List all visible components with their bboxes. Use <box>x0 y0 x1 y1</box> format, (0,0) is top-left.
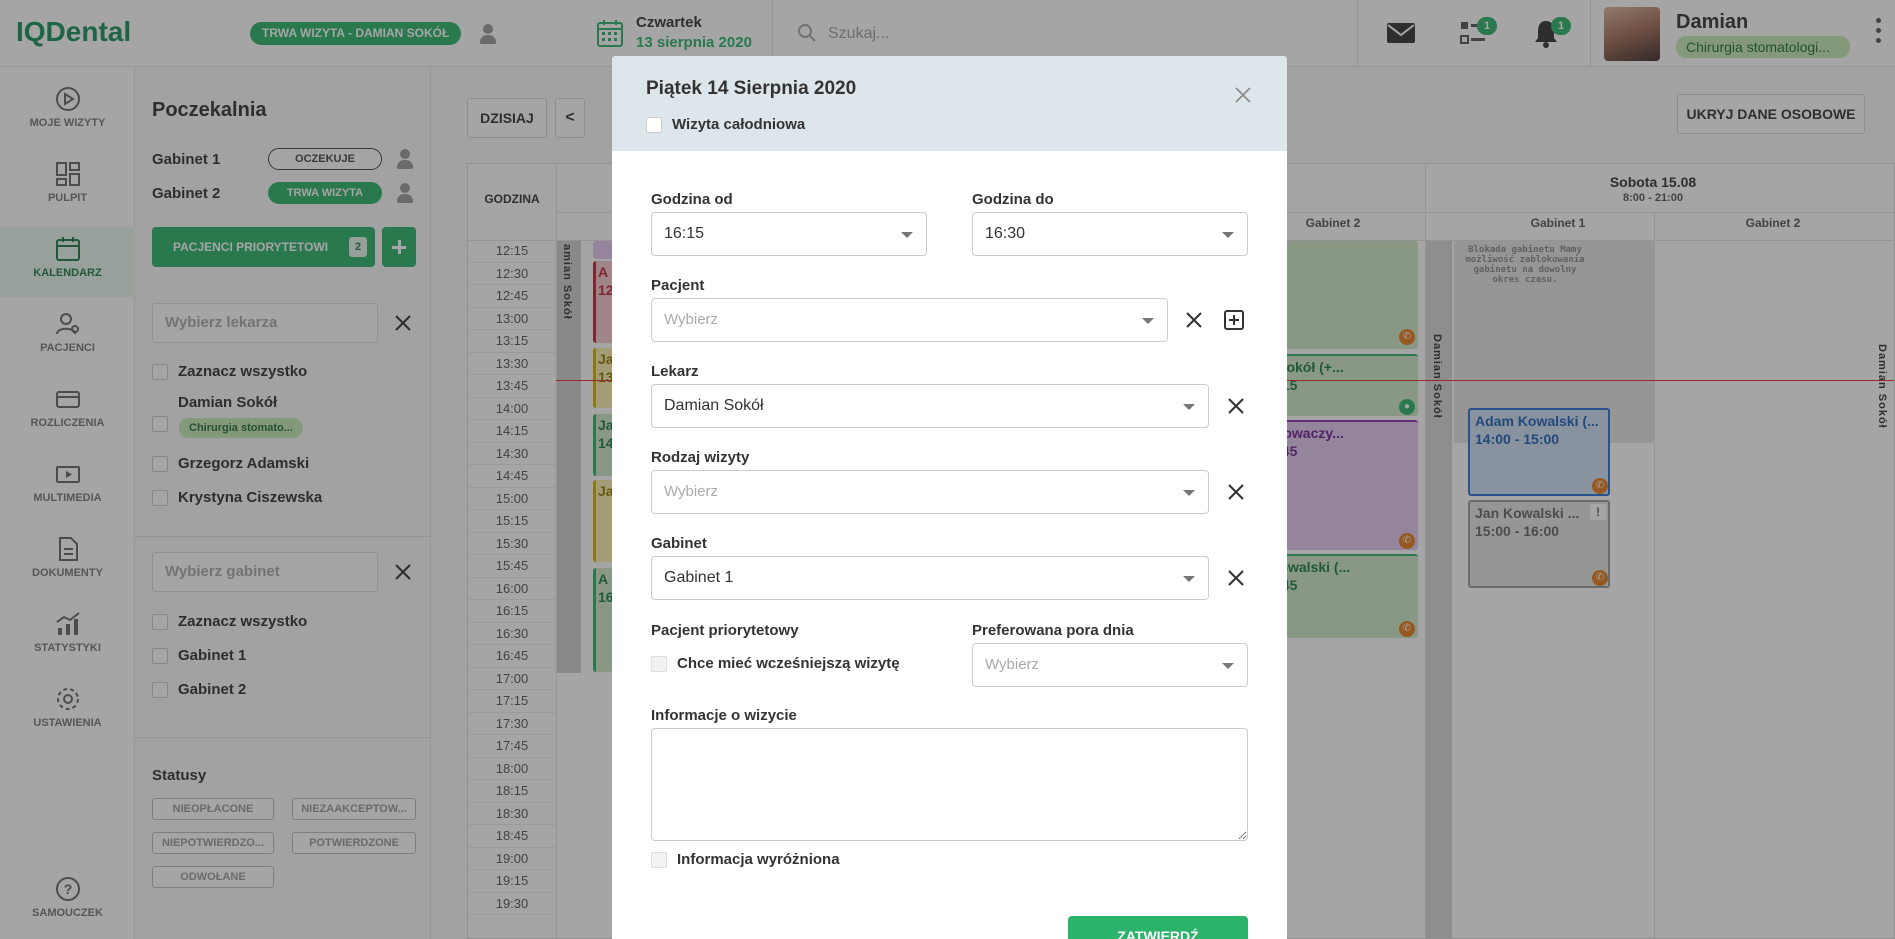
clear-room-icon[interactable] <box>1226 568 1246 588</box>
chevron-down-icon <box>901 232 913 238</box>
chevron-down-icon <box>1222 663 1234 669</box>
patient-select[interactable]: Wybierz <box>651 298 1168 342</box>
select-value: 16:30 <box>985 225 1026 242</box>
chevron-down-icon <box>1183 404 1195 410</box>
highlighted-info-checkbox[interactable]: Informacja wyróżniona <box>651 851 840 869</box>
patient-label: Pacjent <box>651 277 705 294</box>
preferred-time-label: Preferowana pora dnia <box>972 622 1134 639</box>
visit-info-textarea[interactable] <box>651 728 1248 841</box>
chevron-down-icon <box>1142 318 1154 324</box>
dialog-title: Piątek 14 Sierpnia 2020 <box>646 78 857 99</box>
room-select[interactable]: Gabinet 1 <box>651 556 1209 600</box>
checkbox[interactable] <box>651 852 667 869</box>
time-from-label: Godzina od <box>651 191 733 208</box>
time-to-select[interactable]: 16:30 <box>972 212 1248 256</box>
clear-visit-type-icon[interactable] <box>1226 482 1246 502</box>
chevron-down-icon <box>1222 232 1234 238</box>
time-to-label: Godzina do <box>972 191 1054 208</box>
priority-patient-label: Pacjent priorytetowy <box>651 622 799 639</box>
select-value: Damian Sokół <box>664 397 764 414</box>
select-value: Gabinet 1 <box>664 569 734 586</box>
select-placeholder: Wybierz <box>664 483 719 500</box>
doctor-select[interactable]: Damian Sokół <box>651 384 1209 428</box>
clear-doctor-icon[interactable] <box>1226 396 1246 416</box>
checkbox-label: Chce mieć wcześniejszą wizytę <box>677 655 900 672</box>
visit-info-label: Informacje o wizycie <box>651 707 797 724</box>
checkbox[interactable] <box>651 656 667 673</box>
preferred-time-select[interactable]: Wybierz <box>972 643 1248 687</box>
select-placeholder: Wybierz <box>985 656 1040 673</box>
visit-type-label: Rodzaj wizyty <box>651 449 750 466</box>
all-day-checkbox[interactable]: Wizyta całodniowa <box>646 116 806 134</box>
select-value: 16:15 <box>664 225 705 242</box>
earlier-visit-checkbox[interactable]: Chce mieć wcześniejszą wizytę <box>651 655 900 673</box>
room-label: Gabinet <box>651 535 707 552</box>
chevron-down-icon <box>1183 576 1195 582</box>
dialog-header: Piątek 14 Sierpnia 2020 Wizyta całodniow… <box>612 56 1287 151</box>
submit-button[interactable]: ZATWIERDŹ <box>1068 916 1248 939</box>
close-icon[interactable] <box>1234 86 1252 104</box>
checkbox-label: Informacja wyróżniona <box>677 851 840 868</box>
doctor-label: Lekarz <box>651 363 699 380</box>
clear-patient-icon[interactable] <box>1184 310 1204 330</box>
visit-type-select[interactable]: Wybierz <box>651 470 1209 514</box>
checkbox-label: Wizyta całodniowa <box>672 116 806 133</box>
add-patient-icon[interactable] <box>1224 310 1244 330</box>
select-placeholder: Wybierz <box>664 311 719 328</box>
time-from-select[interactable]: 16:15 <box>651 212 927 256</box>
chevron-down-icon <box>1183 490 1195 496</box>
checkbox[interactable] <box>646 117 662 134</box>
new-visit-dialog: Piątek 14 Sierpnia 2020 Wizyta całodniow… <box>612 56 1287 939</box>
